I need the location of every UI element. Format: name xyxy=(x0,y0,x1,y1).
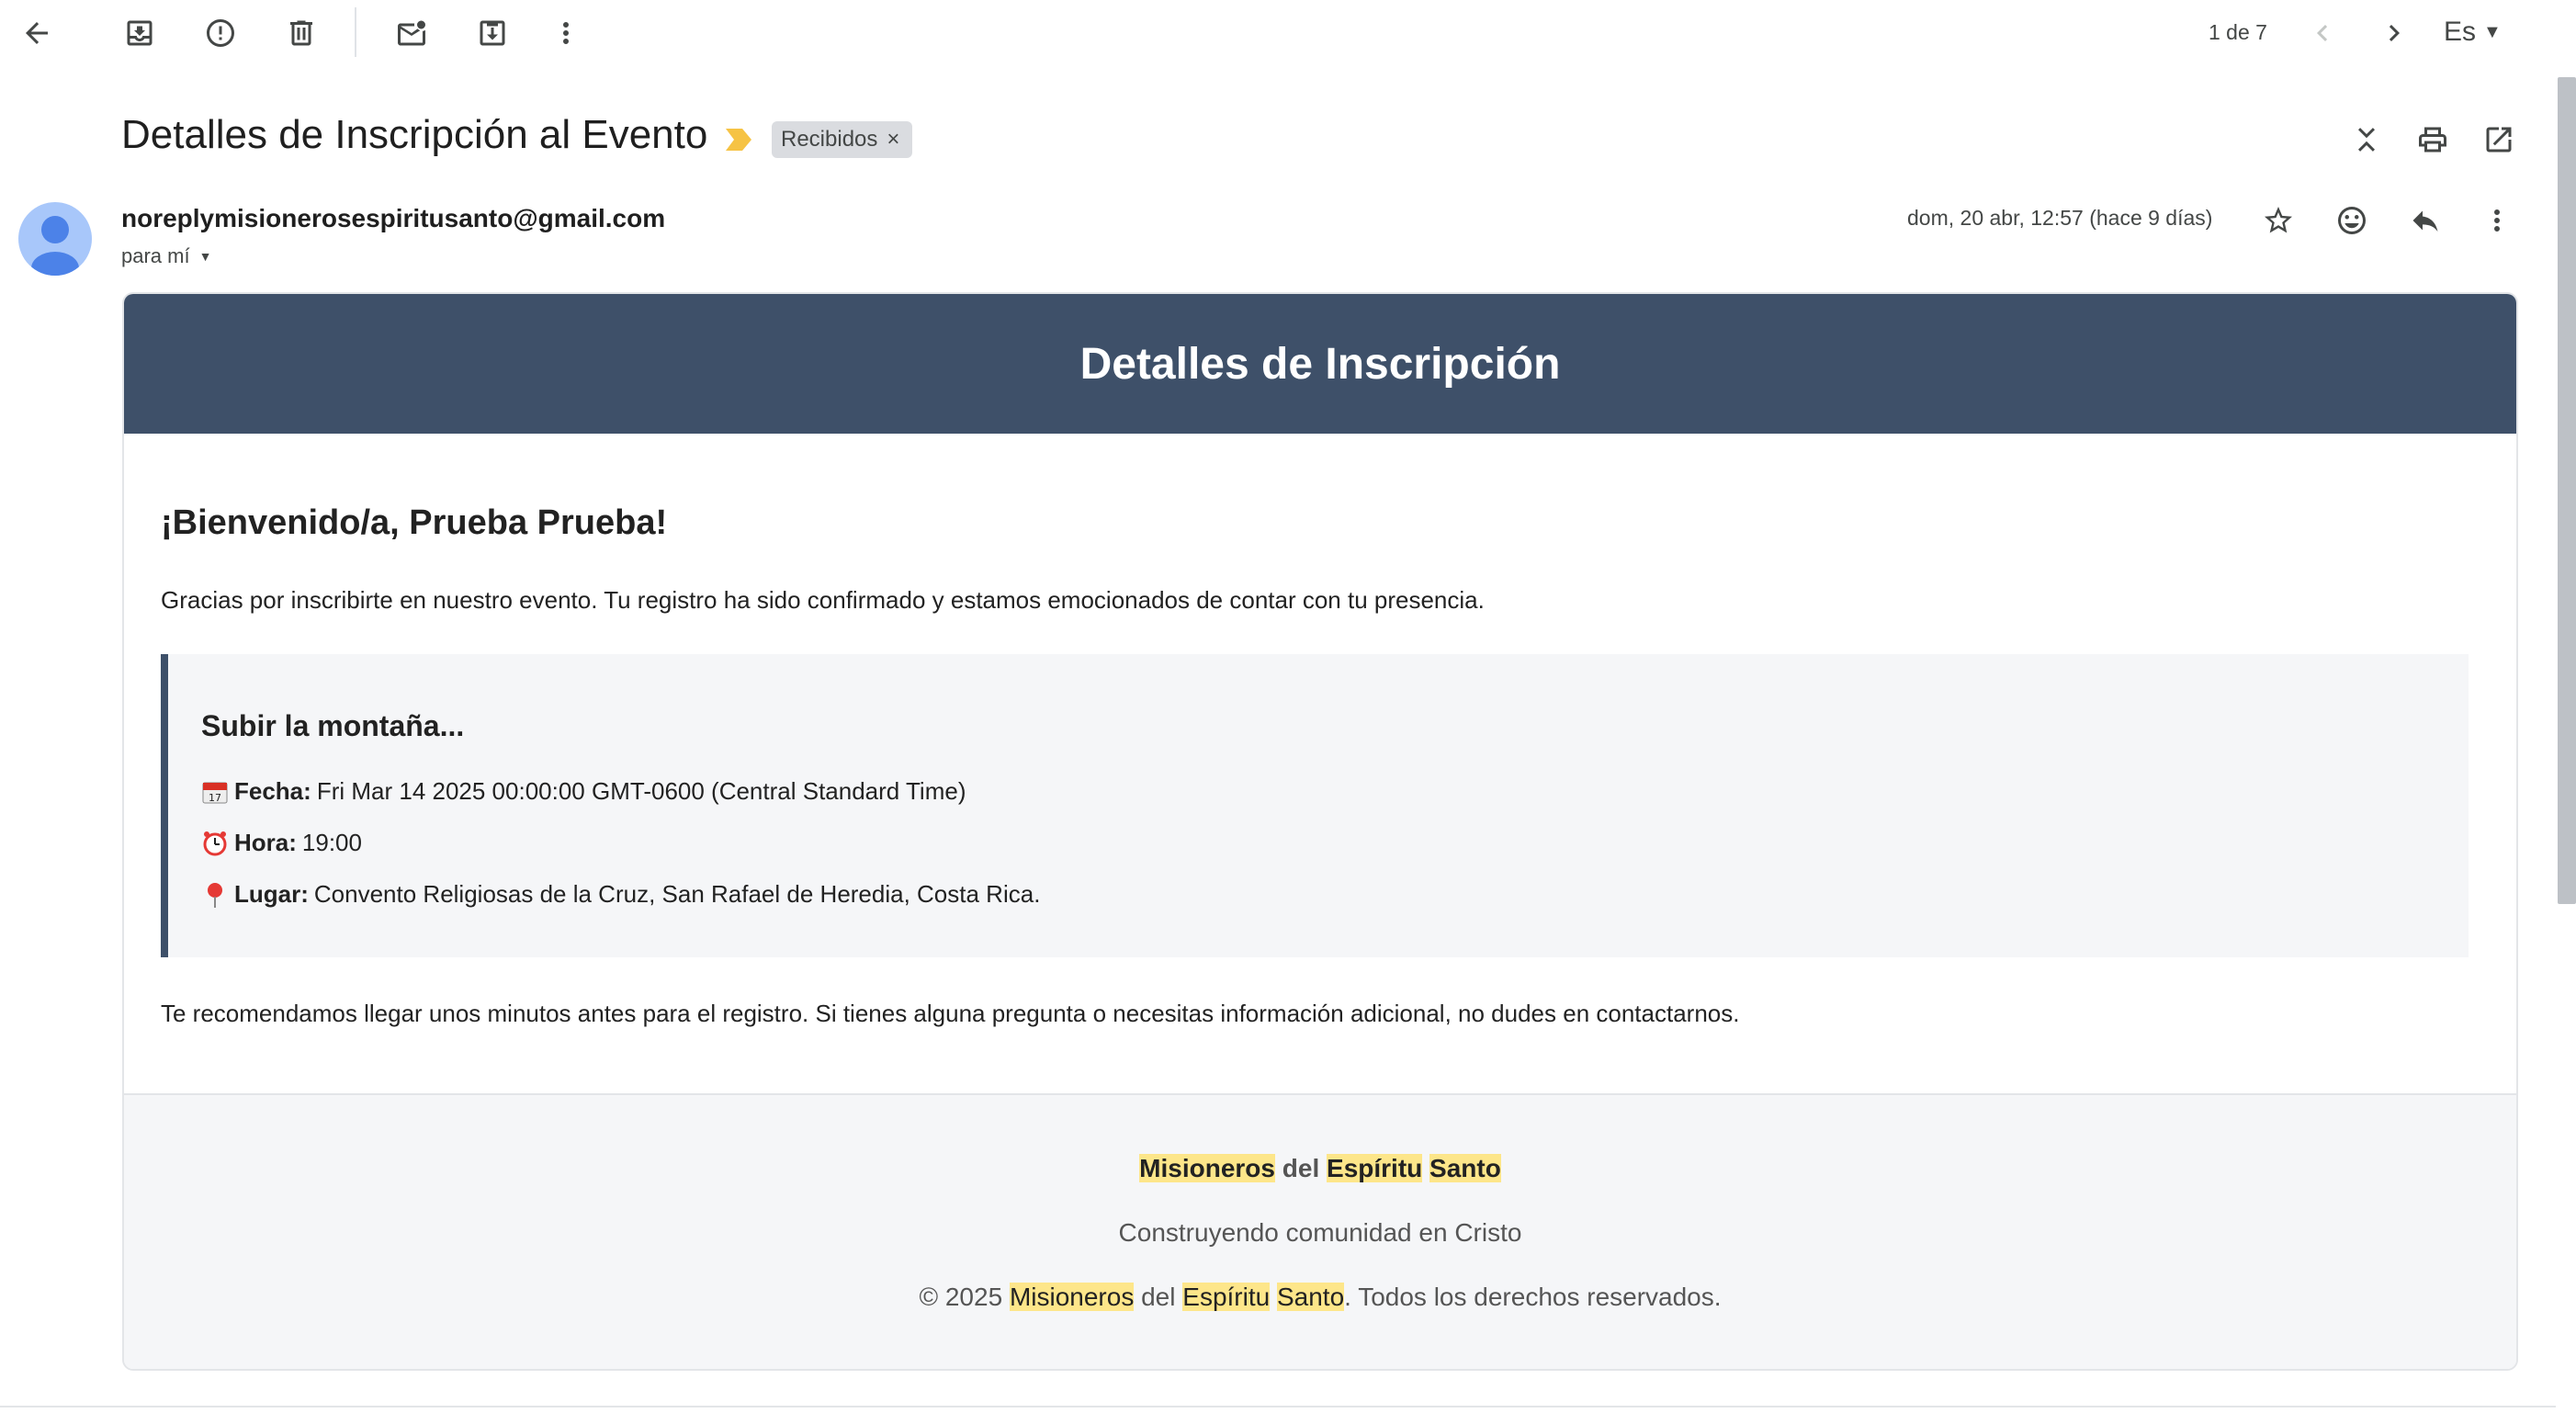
recommendation-paragraph: Te recomendamos llegar unos minutos ante… xyxy=(161,1000,1740,1027)
pager-count: 1 de 7 xyxy=(2209,20,2267,44)
calendar-icon: 17 xyxy=(202,782,228,804)
email-subject: Detalles de Inscripción al Evento xyxy=(121,112,708,157)
caret-down-icon[interactable]: ▼ xyxy=(199,249,212,264)
footer-org-name: Misioneros del Espíritu Santo xyxy=(124,1154,2516,1183)
importance-marker-icon[interactable] xyxy=(724,127,753,153)
footer-org-word: Misioneros xyxy=(1139,1154,1275,1182)
more-vert-icon[interactable] xyxy=(537,4,595,62)
move-to-icon[interactable] xyxy=(463,4,522,62)
footer-org-word: Santo xyxy=(1429,1154,1501,1182)
event-place-label: Lugar: xyxy=(234,880,309,908)
footer-copyright: © 2025 Misioneros del Espíritu Santo. To… xyxy=(124,1283,2516,1312)
alarm-clock-icon xyxy=(203,831,227,855)
recipient-details[interactable]: para mí ▼ xyxy=(121,244,211,268)
scrollbar-thumb[interactable] xyxy=(2558,77,2576,904)
copyright-prefix: © 2025 xyxy=(919,1283,1003,1311)
footer-org-word: del xyxy=(1141,1283,1176,1311)
label-chip-inbox[interactable]: Recibidos × xyxy=(772,121,913,158)
email-body-card: Detalles de Inscripción ¡Bienvenido/a, P… xyxy=(122,292,2518,1371)
event-details-box: Subir la montaña... 17 Fecha: Fri Mar 14… xyxy=(161,654,2469,957)
emoji-reaction-icon[interactable] xyxy=(2322,191,2381,250)
star-icon[interactable] xyxy=(2249,191,2308,250)
mark-unread-icon[interactable] xyxy=(382,4,441,62)
collapse-all-icon[interactable] xyxy=(2337,110,2396,169)
report-spam-icon[interactable] xyxy=(191,4,250,62)
welcome-heading: ¡Bienvenido/a, Prueba Prueba! xyxy=(161,503,668,542)
more-vert-icon[interactable] xyxy=(2468,191,2526,250)
footer-org-word: Misioneros xyxy=(1009,1283,1135,1311)
event-place-value: Convento Religiosas de la Cruz, San Rafa… xyxy=(313,880,1041,908)
toolbar-divider xyxy=(355,7,356,57)
label-chip-text: Recibidos xyxy=(781,127,878,152)
card-header: Detalles de Inscripción xyxy=(124,294,2516,434)
back-arrow-icon[interactable] xyxy=(7,4,66,62)
delete-icon[interactable] xyxy=(272,4,331,62)
remove-label-icon[interactable]: × xyxy=(887,127,899,153)
event-time-row: Hora: 19:00 xyxy=(201,829,362,857)
footer-org-word: Espíritu xyxy=(1327,1154,1423,1182)
event-place-row: Lugar: Convento Religiosas de la Cruz, S… xyxy=(201,880,1040,909)
chevron-left-icon[interactable] xyxy=(2293,4,2352,62)
open-new-window-icon[interactable] xyxy=(2469,110,2528,169)
thanks-paragraph: Gracias por inscribirte en nuestro event… xyxy=(161,586,1485,614)
reply-icon[interactable] xyxy=(2396,191,2455,250)
chevron-right-icon[interactable] xyxy=(2365,4,2423,62)
map-pin-icon xyxy=(208,882,222,908)
recipient-label: para mí xyxy=(121,244,190,267)
divider xyxy=(0,1406,2556,1407)
footer-org-word: Santo xyxy=(1276,1283,1345,1311)
sender-email[interactable]: noreplymisionerosespiritusanto@gmail.com xyxy=(121,204,665,233)
svg-text:17: 17 xyxy=(209,792,221,804)
card-footer: Misioneros del Espíritu Santo Construyen… xyxy=(124,1093,2516,1369)
archive-icon[interactable] xyxy=(110,4,169,62)
card-title: Detalles de Inscripción xyxy=(1079,339,1561,389)
email-date: dom, 20 abr, 12:57 (hace 9 días) xyxy=(1907,206,2213,230)
caret-down-icon: ▼ xyxy=(2483,21,2502,42)
event-date-label: Fecha: xyxy=(234,777,311,805)
input-tools-button[interactable]: Es ▼ xyxy=(2444,17,2502,48)
copyright-suffix: . Todos los derechos reservados. xyxy=(1344,1283,1722,1311)
language-label: Es xyxy=(2444,17,2477,47)
avatar xyxy=(18,202,92,276)
event-time-label: Hora: xyxy=(234,829,297,856)
event-date-row: 17 Fecha: Fri Mar 14 2025 00:00:00 GMT-0… xyxy=(201,777,966,806)
footer-org-word: Espíritu xyxy=(1182,1283,1271,1311)
print-icon[interactable] xyxy=(2403,110,2462,169)
event-date-value: Fri Mar 14 2025 00:00:00 GMT-0600 (Centr… xyxy=(316,777,966,805)
event-name: Subir la montaña... xyxy=(201,709,465,742)
footer-tagline: Construyendo comunidad en Cristo xyxy=(1118,1218,1522,1247)
footer-org-word: del xyxy=(1282,1154,1320,1182)
event-time-value: 19:00 xyxy=(301,829,362,856)
